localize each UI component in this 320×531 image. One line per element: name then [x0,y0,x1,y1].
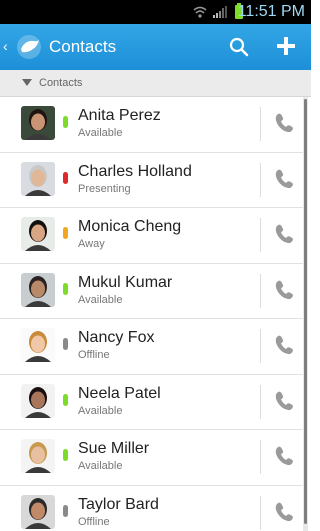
avatar[interactable] [21,106,55,140]
plus-icon[interactable] [274,34,298,58]
row-divider [260,440,261,474]
contact-row[interactable]: Charles Holland Presenting [0,153,303,208]
phone-icon[interactable] [274,279,294,301]
avatar[interactable] [21,328,55,362]
avatar[interactable] [21,494,55,529]
contact-presence: Offline [78,515,110,528]
phone-icon[interactable] [274,501,294,523]
avatar[interactable] [21,272,55,307]
app-bar: ‹ Contacts [0,24,311,70]
presence-indicator [63,504,68,517]
signal-icon [213,6,227,18]
contact-presence: Offline [78,349,110,361]
contact-name: Nancy Fox [78,329,155,346]
presence-indicator [63,116,68,128]
phone-icon[interactable] [274,445,294,467]
search-icon[interactable] [228,36,250,58]
phone-icon[interactable] [274,390,294,412]
contact-row[interactable]: Sue Miller Available [0,430,303,486]
phone-icon[interactable] [274,334,294,356]
contact-name: Charles Holland [78,162,192,180]
avatar[interactable] [21,439,55,473]
contact-presence: Available [78,127,123,139]
avatar[interactable] [21,161,55,196]
presence-indicator [63,171,68,184]
row-divider [260,329,261,363]
contact-name: Neela Patel [78,384,161,402]
row-divider [260,273,261,308]
presence-indicator [63,449,68,461]
phone-icon[interactable] [274,223,294,245]
contact-presence: Away [78,238,105,250]
wifi-icon [193,6,207,18]
contact-presence: Presenting [78,182,131,195]
presence-indicator [63,227,68,239]
contact-row[interactable]: Nancy Fox Offline [0,319,303,375]
chevron-left-icon[interactable]: ‹ [3,38,8,54]
contact-name: Sue Miller [78,440,150,457]
row-divider [260,495,261,530]
section-label: Contacts [39,77,83,89]
contact-row[interactable]: Anita Perez Available [0,97,303,153]
presence-indicator [63,282,68,295]
contact-row[interactable]: Neela Patel Available [0,375,303,430]
contact-name: Monica Cheng [78,218,182,235]
contact-name: Anita Perez [78,107,161,124]
clock: 11:51 PM [237,3,305,20]
contact-presence: Available [78,460,123,472]
phone-icon[interactable] [274,112,294,134]
contact-row[interactable]: Mukul Kumar Available [0,264,303,319]
row-divider [260,107,261,141]
section-header[interactable]: Contacts [0,70,311,97]
bird-logo-icon[interactable] [16,34,42,60]
presence-indicator [63,393,68,406]
status-bar: 11:51 PM [0,0,311,24]
phone-icon[interactable] [274,168,294,190]
presence-indicator [63,338,68,350]
page-title: Contacts [49,37,117,56]
contact-list: Anita Perez Available Charles Holland Pr… [0,97,311,531]
contact-row[interactable]: Taylor Bard Offline [0,486,303,531]
row-divider [260,384,261,419]
scrollbar-thumb[interactable] [304,99,307,524]
contact-row[interactable]: Monica Cheng Away [0,208,303,264]
avatar[interactable] [21,383,55,418]
contact-name: Taylor Bard [78,495,159,513]
contact-name: Mukul Kumar [78,273,173,291]
contact-presence: Available [78,404,123,417]
contact-presence: Available [78,293,123,306]
triangle-down-icon [22,79,32,86]
avatar[interactable] [21,217,55,251]
row-divider [260,218,261,252]
row-divider [260,162,261,197]
